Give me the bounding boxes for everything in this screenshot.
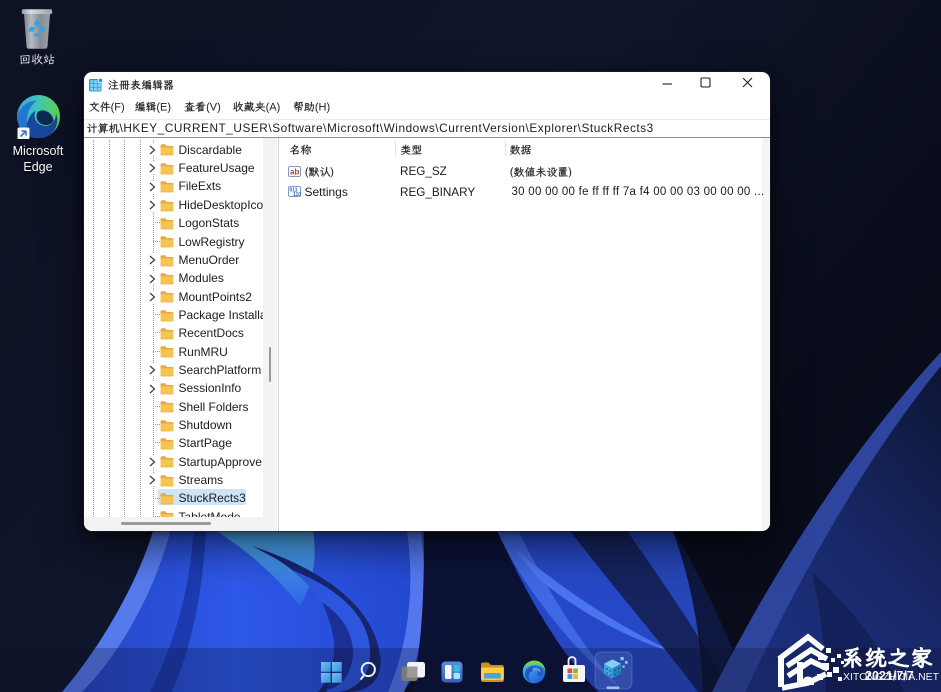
svg-text:110: 110 bbox=[293, 192, 301, 198]
svg-text:ab: ab bbox=[290, 167, 299, 176]
